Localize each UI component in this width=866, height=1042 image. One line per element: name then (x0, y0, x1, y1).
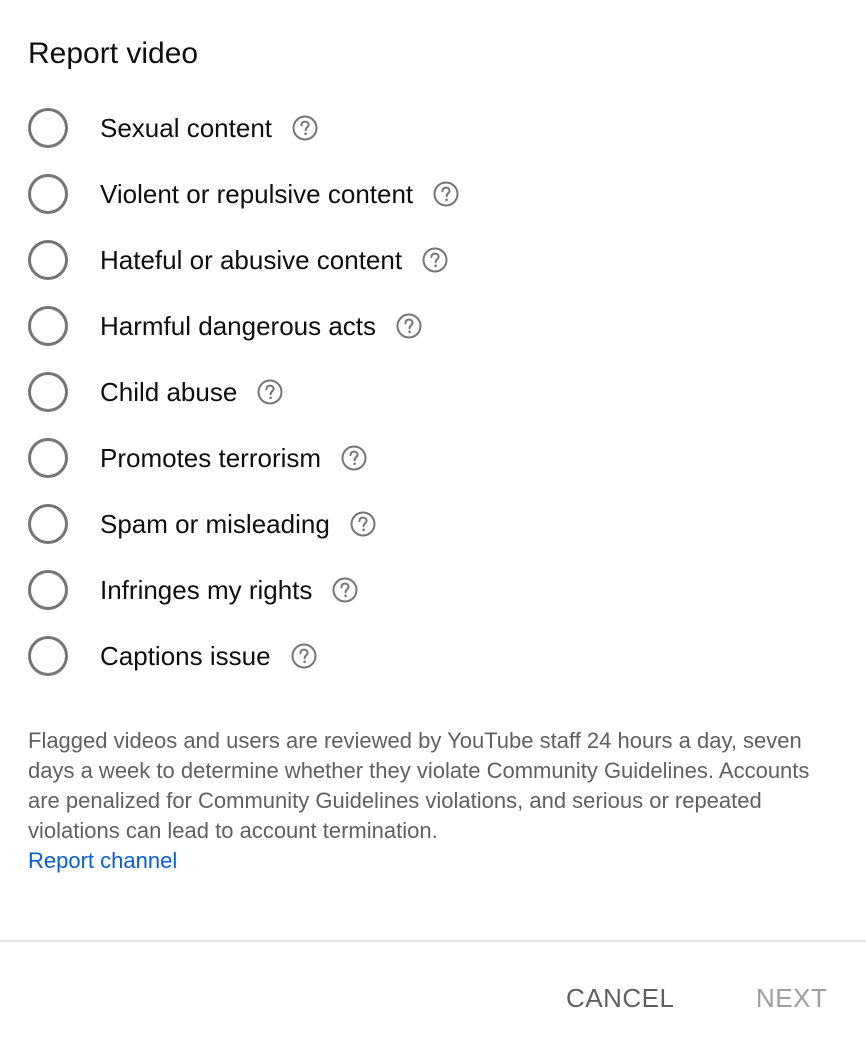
option-harmful-acts[interactable]: Harmful dangerous acts (0, 293, 866, 359)
option-child-abuse[interactable]: Child abuse (0, 359, 866, 425)
help-circle-icon[interactable] (432, 180, 460, 208)
option-sexual-content[interactable]: Sexual content (0, 95, 866, 161)
option-captions-issue[interactable]: Captions issue (0, 623, 866, 689)
option-violent-content[interactable]: Violent or repulsive content (0, 161, 866, 227)
radio-unchecked-icon[interactable] (28, 240, 68, 280)
help-circle-icon[interactable] (421, 246, 449, 274)
radio-unchecked-icon[interactable] (28, 174, 68, 214)
radio-unchecked-icon[interactable] (28, 636, 68, 676)
option-spam[interactable]: Spam or misleading (0, 491, 866, 557)
option-label: Spam or misleading (100, 509, 330, 539)
help-circle-icon[interactable] (349, 510, 377, 538)
footer-divider (0, 940, 866, 942)
dialog-title: Report video (28, 37, 199, 70)
next-button[interactable]: NEXT (756, 978, 827, 1018)
radio-unchecked-icon[interactable] (28, 504, 68, 544)
report-options-list: Sexual content Violent or repulsive cont… (0, 95, 866, 689)
help-circle-icon[interactable] (331, 576, 359, 604)
option-label: Sexual content (100, 113, 273, 143)
radio-unchecked-icon[interactable] (28, 372, 68, 412)
option-label: Child abuse (100, 377, 238, 407)
help-circle-icon[interactable] (395, 312, 423, 340)
help-circle-icon[interactable] (256, 378, 284, 406)
option-label: Captions issue (100, 641, 271, 671)
report-channel-link[interactable]: Report channel (28, 846, 177, 876)
report-video-dialog: Report video Sexual content Violent or r… (0, 0, 866, 1042)
option-hateful-content[interactable]: Hateful or abusive content (0, 227, 866, 293)
radio-unchecked-icon[interactable] (28, 108, 68, 148)
radio-unchecked-icon[interactable] (28, 438, 68, 478)
option-label: Harmful dangerous acts (100, 311, 377, 341)
cancel-button[interactable]: CANCEL (566, 978, 674, 1018)
option-label: Promotes terrorism (100, 443, 322, 473)
option-label: Infringes my rights (100, 575, 313, 605)
help-circle-icon[interactable] (291, 114, 319, 142)
option-label: Hateful or abusive content (100, 245, 403, 275)
option-label: Violent or repulsive content (100, 179, 414, 209)
radio-unchecked-icon[interactable] (28, 570, 68, 610)
help-circle-icon[interactable] (340, 444, 368, 472)
option-promotes-terrorism[interactable]: Promotes terrorism (0, 425, 866, 491)
info-text: Flagged videos and users are reviewed by… (28, 728, 810, 843)
radio-unchecked-icon[interactable] (28, 306, 68, 346)
help-circle-icon[interactable] (290, 642, 318, 670)
option-infringes-rights[interactable]: Infringes my rights (0, 557, 866, 623)
